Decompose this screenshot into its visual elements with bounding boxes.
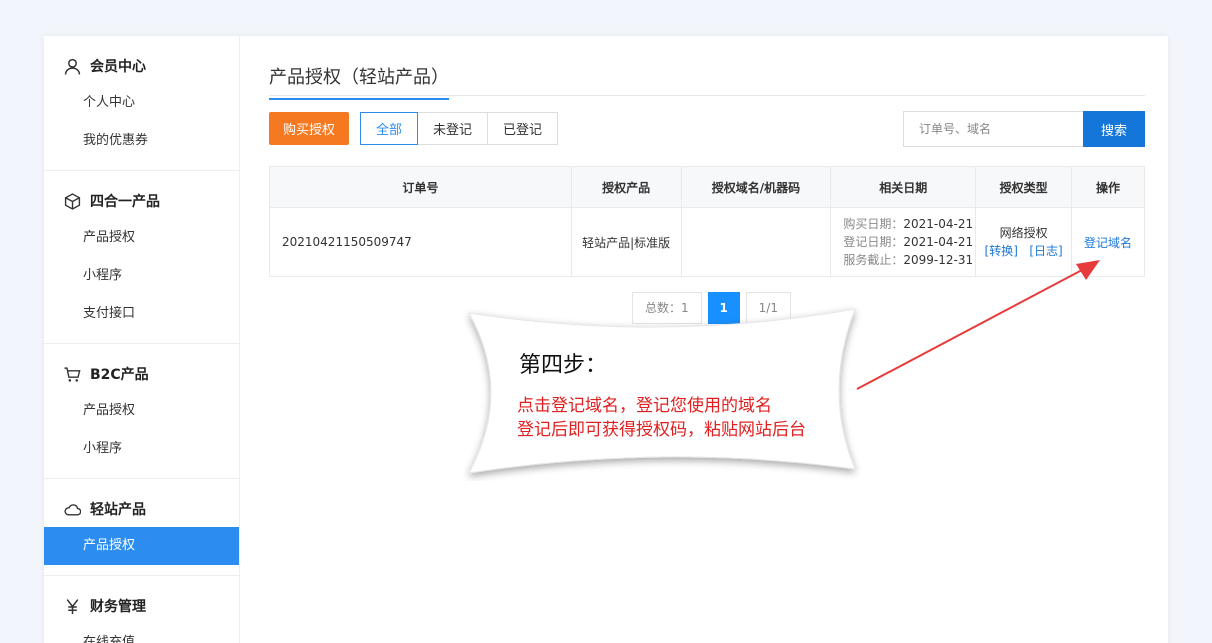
yen-icon (66, 598, 79, 614)
sidebar-group-title: 会员中心 (44, 48, 239, 84)
col-type: 授权类型 (975, 166, 1073, 208)
sidebar-item-light-license[interactable]: 产品授权 (44, 527, 239, 565)
sidebar-group-four-in-one: 四合一产品 产品授权 小程序 支付接口 (44, 171, 239, 344)
purchase-date: 购买日期：2021-04-21 (843, 217, 974, 231)
user-icon (64, 58, 81, 75)
col-order-no: 订单号 (269, 166, 572, 208)
main-content: 产品授权（轻站产品） 购买授权 全部 未登记 已登记 搜索 订单号 授权产品 授… (269, 36, 1145, 324)
register-date: 登记日期：2021-04-21 (843, 235, 974, 249)
sidebar: 会员中心 个人中心 我的优惠券 四合一产品 产品授权 小程序 支付接口 B2C产… (44, 36, 240, 643)
action-cell: 登记域名 (1071, 207, 1145, 277)
toolbar: 购买授权 全部 未登记 已登记 搜索 (269, 96, 1145, 166)
register-domain-link[interactable]: 登记域名 (1084, 236, 1132, 250)
order-no-cell: 20210421150509747 (269, 207, 572, 277)
sidebar-item-recharge[interactable]: 在线充值 (44, 624, 239, 643)
callout-line-2: 登记后即可获得授权码，粘贴网站后台 (517, 420, 806, 440)
search-input[interactable] (903, 111, 1083, 147)
filter-unregistered-button[interactable]: 未登记 (418, 112, 489, 145)
sidebar-item-b2c-license[interactable]: 产品授权 (44, 392, 239, 430)
sidebar-item-profile[interactable]: 个人中心 (44, 84, 239, 122)
search-button[interactable]: 搜索 (1083, 111, 1145, 147)
sidebar-group-light-site: 轻站产品 产品授权 (44, 479, 239, 576)
col-domain: 授权域名/机器码 (680, 166, 832, 208)
service-end-date: 服务截止：2099-12-31 (843, 253, 974, 267)
product-cell: 轻站产品|标准版 (570, 207, 682, 277)
col-dates: 相关日期 (830, 166, 977, 208)
filter-all-button[interactable]: 全部 (360, 112, 419, 145)
sidebar-item-mini-program[interactable]: 小程序 (44, 257, 239, 295)
sidebar-group-title: B2C产品 (44, 356, 239, 392)
sidebar-item-b2c-mini-program[interactable]: 小程序 (44, 430, 239, 468)
col-product: 授权产品 (570, 166, 682, 208)
page-title: 产品授权（轻站产品） (269, 63, 449, 100)
cart-icon (64, 366, 81, 382)
status-filter: 全部 未登记 已登记 (360, 112, 559, 145)
col-action: 操作 (1071, 166, 1145, 208)
filter-registered-button[interactable]: 已登记 (488, 112, 559, 145)
table-row: 20210421150509747 轻站产品|标准版 购买日期：2021-04-… (269, 207, 1145, 277)
sidebar-group-b2c: B2C产品 产品授权 小程序 (44, 344, 239, 479)
sidebar-group-member: 会员中心 个人中心 我的优惠券 (44, 36, 239, 171)
sidebar-item-coupons[interactable]: 我的优惠券 (44, 122, 239, 160)
convert-link[interactable]: [转换] (985, 244, 1018, 258)
license-table: 订单号 授权产品 授权域名/机器码 相关日期 授权类型 操作 202104211… (269, 166, 1145, 277)
type-cell: 网络授权 [转换] [日志] (975, 207, 1073, 277)
search-bar: 搜索 (903, 111, 1145, 147)
sidebar-group-title: 四合一产品 (44, 183, 239, 219)
cube-icon (64, 192, 81, 210)
sidebar-group-title: 轻站产品 (44, 491, 239, 527)
callout-title: 第四步： (519, 353, 608, 378)
sidebar-group-finance: 财务管理 在线充值 (44, 576, 239, 643)
sidebar-group-title: 财务管理 (44, 588, 239, 624)
log-link[interactable]: [日志] (1029, 244, 1062, 258)
dates-cell: 购买日期：2021-04-21 登记日期：2021-04-21 服务截止：209… (830, 207, 977, 277)
sidebar-item-product-license[interactable]: 产品授权 (44, 219, 239, 257)
sidebar-item-payment[interactable]: 支付接口 (44, 295, 239, 333)
callout-line-1: 点击登记域名，登记您使用的域名 (517, 396, 772, 416)
buy-license-button[interactable]: 购买授权 (269, 112, 349, 145)
cloud-icon (64, 503, 81, 516)
page-title-bar: 产品授权（轻站产品） (269, 36, 1145, 100)
license-type: 网络授权 (999, 226, 1048, 240)
table-header-row: 订单号 授权产品 授权域名/机器码 相关日期 授权类型 操作 (269, 166, 1145, 208)
domain-cell (680, 207, 832, 277)
